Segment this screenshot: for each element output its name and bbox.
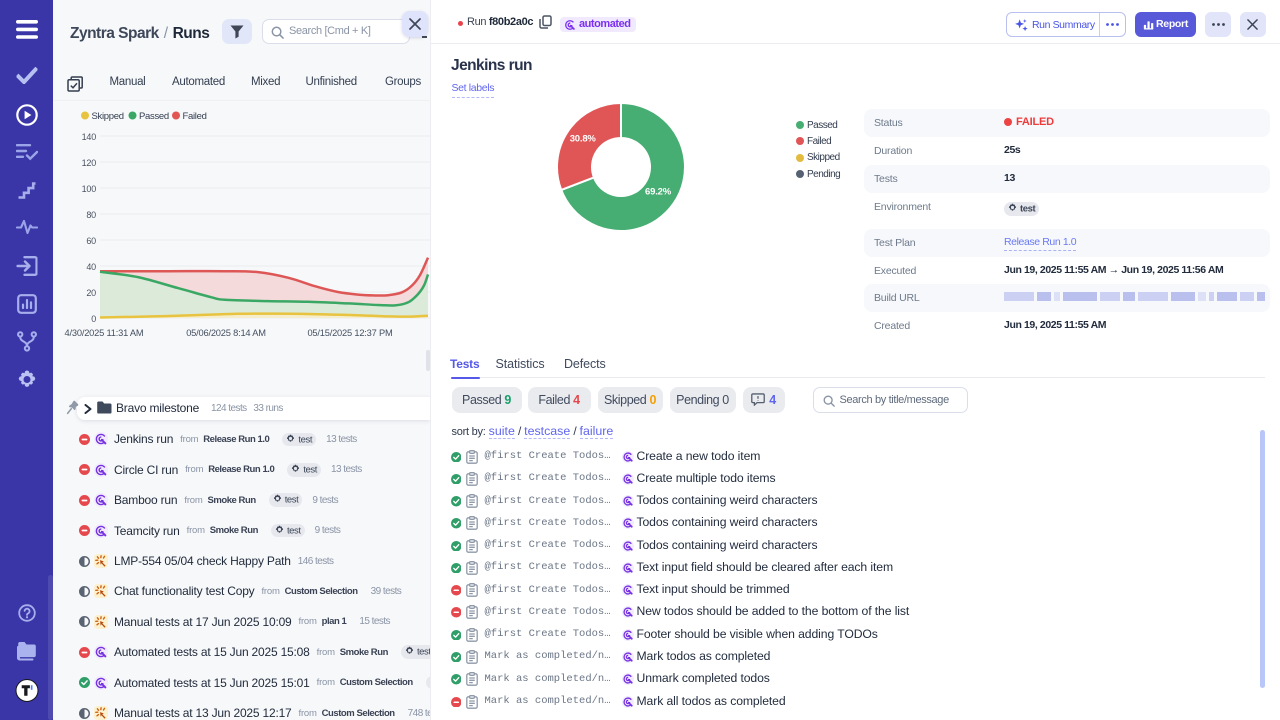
- svg-text:30.8%: 30.8%: [570, 134, 597, 145]
- svg-text:4/30/2025 11:31 AM: 4/30/2025 11:31 AM: [65, 328, 144, 338]
- svg-text:Passed: Passed: [139, 111, 169, 122]
- svg-text:40: 40: [86, 262, 96, 272]
- svg-text:Failed: Failed: [183, 111, 207, 122]
- svg-text:0: 0: [91, 314, 96, 324]
- svg-text:Skipped: Skipped: [92, 111, 124, 122]
- svg-text:100: 100: [82, 184, 97, 194]
- svg-text:69.2%: 69.2%: [645, 187, 672, 198]
- svg-text:120: 120: [82, 158, 97, 168]
- svg-text:20: 20: [86, 288, 96, 298]
- svg-text:140: 140: [82, 132, 97, 142]
- svg-text:05/06/2025 8:14 AM: 05/06/2025 8:14 AM: [186, 328, 266, 338]
- svg-text:80: 80: [86, 210, 96, 220]
- svg-text:05/15/2025 12:37 PM: 05/15/2025 12:37 PM: [307, 328, 392, 338]
- svg-text:60: 60: [86, 236, 96, 246]
